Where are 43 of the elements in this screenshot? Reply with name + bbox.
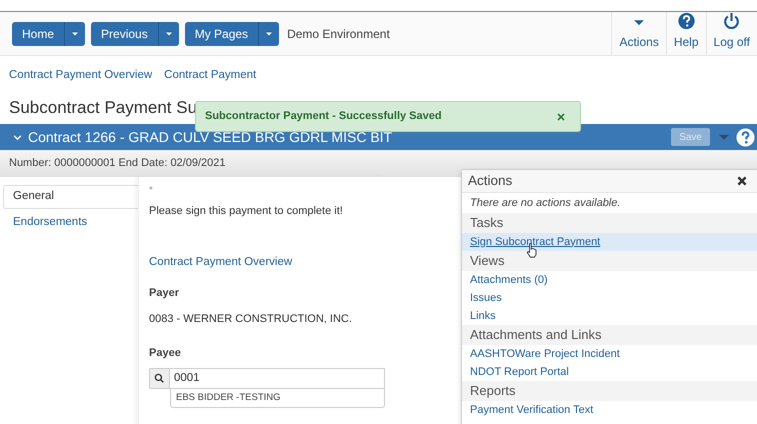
overview-link[interactable]: Contract Payment Overview [149,254,292,271]
close-icon [736,175,748,187]
breadcrumb-link[interactable]: Contract Payment [164,67,256,85]
payee-label: Payee [149,346,181,361]
dropdown-button[interactable] [158,22,179,46]
nav-button[interactable]: My Pages [184,22,260,46]
close-button[interactable] [735,174,748,188]
menu-item[interactable]: AASHTOWare Project Incident [462,345,757,363]
dropdown-button[interactable] [259,22,280,46]
nav-button[interactable]: Home [12,22,66,46]
menu-item[interactable]: Issues [462,289,757,307]
toolbar-button[interactable]: Help [666,12,706,55]
contract-title: Contract 1266 - GRAD CULV SEED BRG GDRL MISC BIT [28,128,392,146]
menu-item[interactable]: Links [462,307,757,325]
toolbar-button[interactable]: Log off [706,12,757,55]
empty-note: There are no actions available. [470,196,620,211]
section-heading: Attachments and Links [470,326,602,344]
power-icon [722,12,742,30]
menu-item[interactable]: Attachments (0) [462,271,757,289]
section-heading: Reports [470,382,516,400]
payer-label: Payer [149,286,179,301]
close-icon [556,112,566,122]
side-tab[interactable]: General [3,185,138,209]
payee-input[interactable]: 0001 [170,368,385,390]
payer-value: 0083 - WERNER CONSTRUCTION, INC. [149,312,352,328]
contract-info: Number: 0000000001 End Date: 02/09/2021 [9,156,226,172]
search-icon [154,373,165,384]
search-button[interactable] [149,368,170,390]
section-heading: Tasks [470,214,504,232]
environment-label: Demo Environment [287,26,390,42]
required-mark: * [149,184,154,197]
toast-message: Subcontractor Payment - Successfully Saved [205,109,442,124]
dropdown-button[interactable] [65,22,86,46]
suggestion-item[interactable]: EBS BIDDER -TESTING [170,389,385,408]
toolbar-button[interactable]: Actions [611,12,666,55]
section-heading: Views [470,252,504,270]
menu-item[interactable]: Payment Verification Text [462,401,757,419]
side-tab[interactable]: Endorsements [4,211,138,235]
instruction-text: Please sign this payment to complete it! [149,204,344,219]
breadcrumb-link[interactable]: Contract Payment Overview [9,67,152,85]
panel-title: Actions [468,172,512,190]
menu-item[interactable]: NDOT Report Portal [462,363,757,381]
nav-button[interactable]: Previous [91,22,159,46]
